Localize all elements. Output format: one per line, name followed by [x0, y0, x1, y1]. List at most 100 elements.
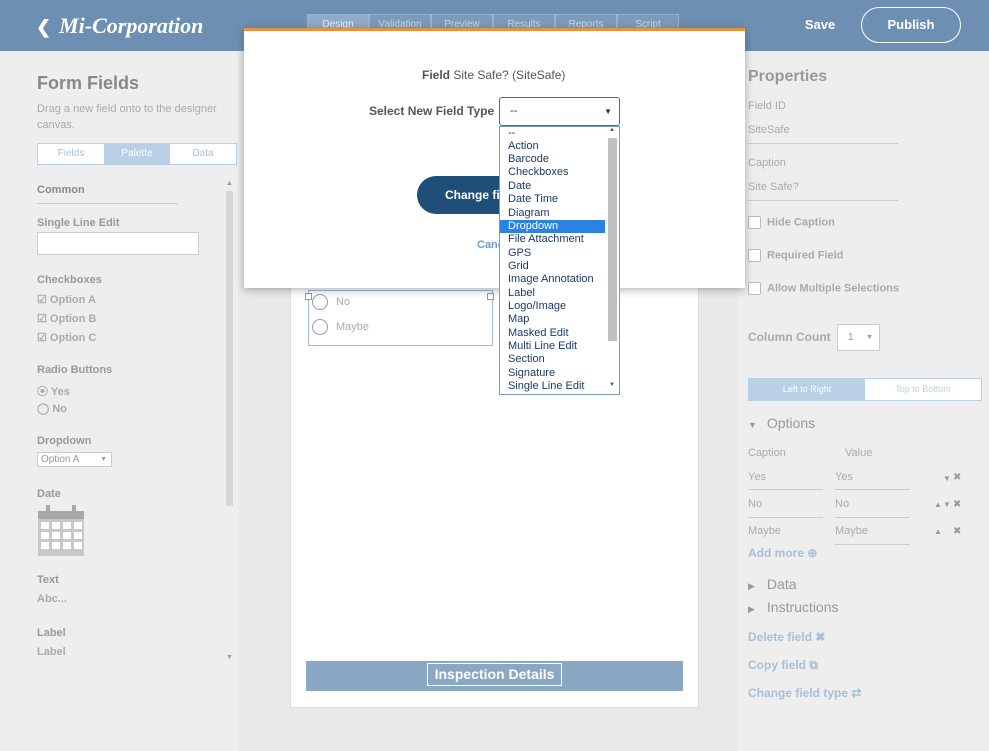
field-id-input[interactable]: SiteSafe	[748, 124, 790, 136]
allow-multiple-checkbox[interactable]: Allow Multiple Selections	[748, 282, 899, 295]
properties-panel	[738, 51, 989, 751]
publish-button[interactable]: Publish	[861, 7, 961, 43]
dropdown-option[interactable]: Diagram	[500, 207, 605, 220]
dropdown-option[interactable]: Barcode	[500, 153, 605, 166]
dropdown-option[interactable]: Single Line Edit	[500, 380, 605, 393]
left-to-right-button[interactable]: Left to Right	[749, 379, 865, 400]
palette-radio-yes[interactable]: ⦿ Yes	[37, 383, 70, 399]
change-field-type-button[interactable]: Change field type ⇄	[748, 686, 861, 700]
tab-data[interactable]: Data	[170, 144, 236, 164]
column-count-select[interactable]: 1 ▼	[837, 324, 880, 351]
cancel-link[interactable]: Cancel	[477, 239, 499, 251]
cell-underline	[748, 489, 823, 490]
move-up-icon[interactable]: ▲	[934, 527, 942, 536]
add-more-button[interactable]: Add more ⊕	[748, 546, 817, 560]
copy-field-button[interactable]: Copy field ⧉	[748, 658, 818, 673]
resize-handle[interactable]	[487, 293, 494, 300]
option-caption[interactable]: No	[748, 498, 762, 510]
common-divider	[37, 203, 178, 204]
dropdown-option[interactable]: Date Time	[500, 193, 605, 206]
dropdown-option[interactable]: Section	[500, 353, 605, 366]
app-logo[interactable]: ❮ Mi-Corporation	[36, 13, 203, 39]
field-info: Field Site Safe? (SiteSafe)	[422, 68, 565, 82]
palette-checkbox-b[interactable]: ☑ Option B	[37, 312, 96, 325]
radio-option-maybe[interactable]: Maybe	[312, 319, 369, 335]
change-field-type-button[interactable]: Change field type	[417, 176, 503, 214]
option-caption[interactable]: Yes	[748, 471, 766, 483]
dropdown-option[interactable]: File Attachment	[500, 233, 605, 246]
palette-radio-no[interactable]: ◯ No	[37, 402, 67, 415]
radio-option-no[interactable]: No	[312, 294, 350, 310]
resize-handle[interactable]	[305, 293, 312, 300]
triangle-right-icon: ▶	[748, 604, 755, 614]
move-down-icon[interactable]: ▼	[943, 500, 951, 509]
option-value[interactable]: No	[835, 498, 849, 510]
section-title[interactable]: Inspection Details	[427, 663, 562, 686]
chevron-left-icon[interactable]: ❮	[36, 17, 51, 37]
scroll-up-icon[interactable]: ▲	[226, 180, 233, 187]
dropdown-option[interactable]: Masked Edit	[500, 327, 605, 340]
dropdown-option[interactable]: Checkboxes	[500, 166, 605, 179]
properties-title: Properties	[748, 68, 828, 85]
move-down-icon[interactable]: ▼	[943, 474, 951, 483]
dropdown-option[interactable]: Image Annotation	[500, 273, 605, 286]
checkboxes-label: Checkboxes	[37, 274, 102, 286]
dropdown-option[interactable]: Map	[500, 313, 605, 326]
scroll-down-icon[interactable]: ▼	[226, 654, 233, 661]
palette-checkbox-a[interactable]: ☑ Option A	[37, 293, 96, 306]
required-field-checkbox[interactable]: Required Field	[748, 249, 843, 262]
palette-text[interactable]: Abc...	[37, 593, 67, 605]
radio-option-label: Maybe	[336, 320, 370, 333]
dropdown-option[interactable]: GPS	[500, 247, 605, 260]
field-type-select[interactable]: -- ▼	[499, 97, 620, 126]
option-caption[interactable]: Maybe	[748, 525, 781, 537]
options-toggle[interactable]: ▼ Options	[748, 415, 815, 431]
column-count-value: 1	[848, 332, 854, 343]
dropdown-option[interactable]: Action	[500, 140, 605, 153]
date-label: Date	[37, 488, 61, 500]
checkbox-icon	[748, 282, 761, 295]
remove-option-icon[interactable]: ✖	[953, 472, 961, 483]
direction-toggle: Left to Right Top to Bottom	[748, 378, 982, 401]
palette-tabs: Fields Palette Data	[37, 143, 237, 165]
caption-input[interactable]: Site Safe?	[748, 181, 799, 193]
palette-scrollbar[interactable]	[226, 191, 233, 506]
calendar-icon[interactable]	[37, 503, 85, 557]
top-to-bottom-button[interactable]: Top to Bottom	[865, 379, 981, 400]
select-type-label: Select New Field Type	[369, 104, 495, 118]
remove-option-icon[interactable]: ✖	[953, 499, 961, 510]
required-field-label: Required Field	[767, 249, 844, 262]
dropdown-option[interactable]: --	[500, 127, 605, 140]
column-count-label: Column Count	[748, 330, 831, 344]
hide-caption-checkbox[interactable]: Hide Caption	[748, 216, 835, 229]
palette-dropdown[interactable]: Option A ▼	[37, 452, 112, 467]
dropdown-scroll-down-icon[interactable]: ▼	[609, 382, 615, 388]
remove-option-icon[interactable]: ✖	[953, 526, 961, 537]
dropdown-option[interactable]: Signature	[500, 367, 605, 380]
move-up-icon[interactable]: ▲	[934, 500, 942, 509]
save-button[interactable]: Save	[793, 15, 847, 35]
tab-palette[interactable]: Palette	[104, 144, 170, 164]
dropdown-option-highlighted[interactable]: Dropdown	[500, 220, 605, 234]
option-value[interactable]: Yes	[835, 471, 853, 483]
option-value[interactable]: Maybe	[835, 525, 868, 537]
dropdown-option[interactable]: Label	[500, 287, 605, 300]
cell-underline	[748, 517, 823, 518]
instructions-section-toggle[interactable]: ▶ Instructions	[748, 599, 839, 615]
palette-label[interactable]: Label	[37, 646, 66, 658]
dropdown-label: Dropdown	[37, 435, 92, 447]
delete-field-button[interactable]: Delete field ✖	[748, 630, 825, 644]
tab-fields[interactable]: Fields	[38, 144, 104, 164]
dropdown-scroll-up-icon[interactable]: ▲	[609, 127, 615, 133]
triangle-right-icon: ▶	[748, 581, 755, 591]
radio-circle-icon	[312, 294, 328, 310]
dropdown-scrollbar[interactable]	[608, 138, 617, 341]
chevron-down-icon: ▼	[866, 334, 873, 341]
dropdown-option[interactable]: Logo/Image	[500, 300, 605, 313]
data-section-toggle[interactable]: ▶ Data	[748, 576, 797, 592]
single-line-palette-item[interactable]	[37, 232, 199, 255]
dropdown-option[interactable]: Multi Line Edit	[500, 340, 605, 353]
dropdown-option[interactable]: Grid	[500, 260, 605, 273]
dropdown-option[interactable]: Date	[500, 180, 605, 193]
palette-checkbox-c[interactable]: ☑ Option C	[37, 331, 96, 344]
